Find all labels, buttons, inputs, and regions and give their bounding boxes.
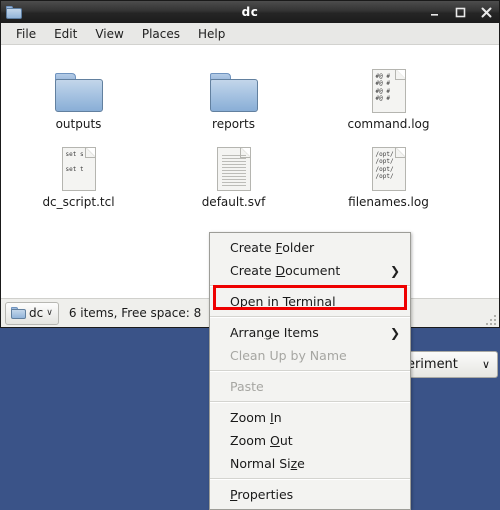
file-label: dc_script.tcl [42, 195, 114, 209]
menubar-item-edit[interactable]: Edit [45, 25, 86, 43]
menu-item-label: Zoom In [230, 410, 282, 425]
menubar: File Edit View Places Help [1, 23, 499, 45]
folder-icon [210, 61, 258, 113]
menu-item-create-folder[interactable]: Create Folder [210, 236, 410, 259]
menu-item-label: Zoom Out [230, 433, 293, 448]
text-file-icon: #@ # #@ # #@ # #@ # [372, 61, 406, 113]
menu-item-clean-up-by-name: Clean Up by Name [210, 344, 410, 367]
desktop-background: xperiment ∨ dc [0, 0, 500, 506]
file-item[interactable]: outputs [1, 53, 156, 131]
menu-item-arrange-items[interactable]: Arrange Items ❯ [210, 321, 410, 344]
file-label: reports [212, 117, 255, 131]
file-label: command.log [347, 117, 429, 131]
folder-icon [55, 61, 103, 113]
menu-separator [210, 370, 410, 372]
menu-item-label: Arrange Items [230, 325, 319, 340]
script-file-icon: set s set t [62, 139, 96, 191]
menu-separator [210, 285, 410, 287]
menu-item-normal-size[interactable]: Normal Size [210, 452, 410, 475]
icon-grid: outputs reports #@ # #@ # #@ # #@ # [1, 53, 499, 209]
menu-separator [210, 316, 410, 318]
menu-separator [210, 478, 410, 480]
context-menu: Create Folder Create Document ❯ Open in … [209, 232, 411, 510]
path-dropdown-button[interactable]: dc ∨ [5, 302, 59, 325]
text-file-icon: /opt/ /opt/ /opt/ /opt/ [372, 139, 406, 191]
menu-item-label: Paste [230, 379, 264, 394]
menu-item-zoom-out[interactable]: Zoom Out [210, 429, 410, 452]
menu-item-zoom-in[interactable]: Zoom In [210, 406, 410, 429]
resize-grip[interactable] [482, 311, 496, 325]
window-title: dc [1, 5, 499, 19]
status-text: 6 items, Free space: 8 [69, 306, 201, 320]
menu-item-label: Properties [230, 487, 293, 502]
menu-item-paste: Paste [210, 375, 410, 398]
menu-item-label: Open in Terminal [230, 294, 336, 309]
window-titlebar: dc [1, 1, 499, 23]
menubar-item-file[interactable]: File [7, 25, 45, 43]
maximize-icon[interactable] [454, 6, 467, 19]
close-icon[interactable] [480, 6, 493, 19]
path-label: dc [29, 306, 43, 320]
file-label: default.svf [202, 195, 266, 209]
file-preview-text: #@ # #@ # #@ # #@ # [376, 73, 403, 103]
menu-item-properties[interactable]: Properties [210, 483, 410, 506]
menu-item-open-in-terminal[interactable]: Open in Terminal [210, 290, 410, 313]
file-label: outputs [56, 117, 102, 131]
file-preview-text: set s set t [66, 151, 93, 173]
file-preview-text: /opt/ /opt/ /opt/ /opt/ [376, 151, 403, 181]
menu-item-label: Create Folder [230, 240, 314, 255]
chevron-down-icon: ∨ [482, 358, 490, 371]
menubar-item-places[interactable]: Places [133, 25, 189, 43]
chevron-right-icon: ❯ [390, 327, 400, 339]
minimize-icon[interactable] [428, 6, 441, 19]
file-item[interactable]: set s set t dc_script.tcl [1, 131, 156, 209]
file-item[interactable]: reports [156, 53, 311, 131]
menu-item-create-document[interactable]: Create Document ❯ [210, 259, 410, 282]
chevron-right-icon: ❯ [390, 265, 400, 277]
menu-item-label: Normal Size [230, 456, 305, 471]
file-label: filenames.log [348, 195, 429, 209]
file-item[interactable]: #@ # #@ # #@ # #@ # command.log [311, 53, 466, 131]
menu-separator [210, 401, 410, 403]
menubar-item-view[interactable]: View [86, 25, 132, 43]
document-file-icon [217, 139, 251, 191]
folder-icon [5, 4, 23, 20]
menu-item-label: Clean Up by Name [230, 348, 347, 363]
chevron-down-icon: ∨ [46, 308, 53, 318]
menubar-item-help[interactable]: Help [189, 25, 234, 43]
folder-icon [11, 307, 26, 320]
file-item[interactable]: default.svf [156, 131, 311, 209]
file-item[interactable]: /opt/ /opt/ /opt/ /opt/ filenames.log [311, 131, 466, 209]
menu-item-label: Create Document [230, 263, 340, 278]
window-controls [428, 1, 493, 23]
